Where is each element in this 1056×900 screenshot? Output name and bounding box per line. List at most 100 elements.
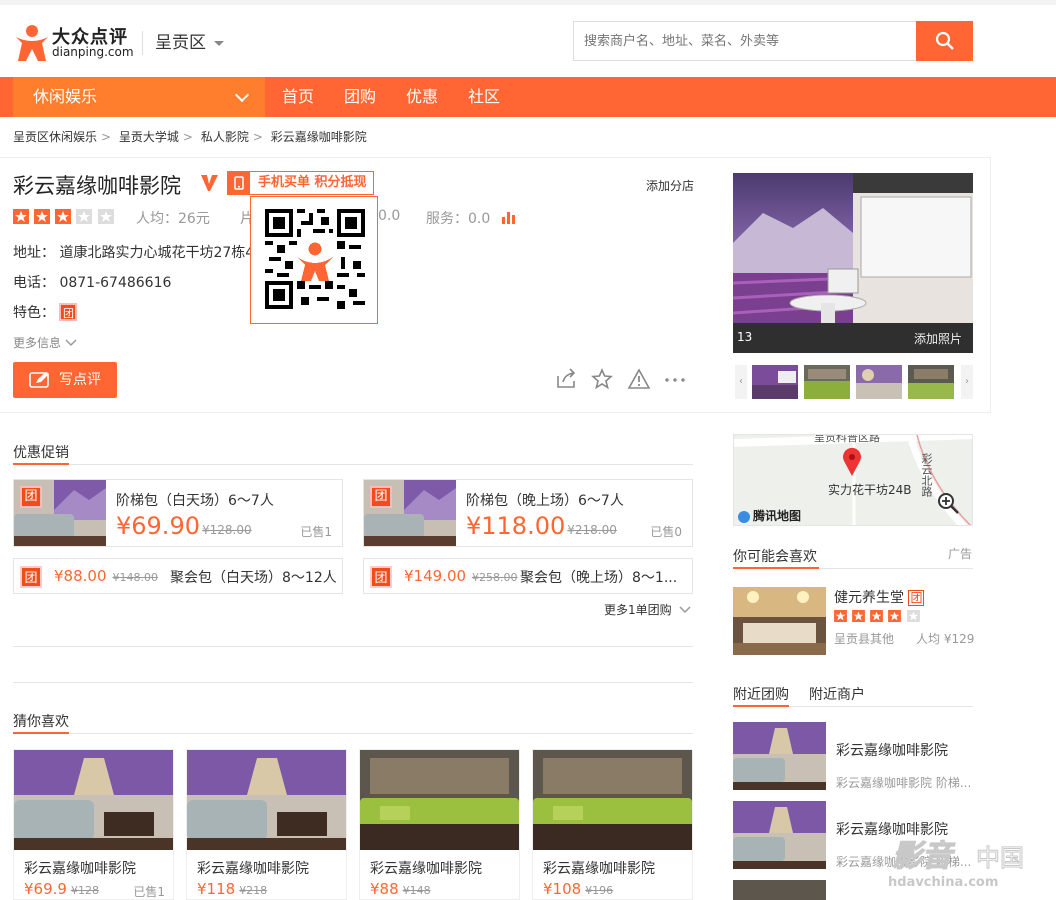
- guess-card[interactable]: 彩云嘉缘咖啡影院 ¥88 ¥148: [359, 749, 520, 900]
- chevron-down-icon: [679, 606, 691, 614]
- add-branch-link[interactable]: 添加分店: [646, 177, 694, 194]
- svg-text:中国: 中国: [976, 844, 1024, 872]
- tuan-icon: 团: [20, 566, 42, 588]
- chevron-down-icon: [234, 87, 250, 103]
- category-dropdown[interactable]: 休闲娱乐: [13, 77, 265, 117]
- phone-value: 0871-67486616: [59, 275, 172, 291]
- thumb-next-arrow[interactable]: ›: [961, 365, 973, 399]
- deal-row-price: ¥149.00 ¥258.00: [404, 567, 518, 585]
- zoom-in-icon[interactable]: [936, 491, 960, 515]
- tencent-map-icon: [738, 510, 750, 523]
- add-photo-button[interactable]: 添加照片: [914, 330, 962, 347]
- write-review-button[interactable]: 写点评: [13, 362, 117, 398]
- section-underline: [13, 463, 69, 465]
- deal-card[interactable]: 团 阶梯包（白天场）6～7人 ¥69.90 ¥128.00 已售1: [13, 479, 343, 547]
- phone-row: 电话： 0871-67486616: [13, 272, 171, 292]
- nearby-image[interactable]: [733, 880, 826, 900]
- favorite-star-icon[interactable]: [591, 368, 613, 390]
- thumb-prev-arrow[interactable]: ‹: [735, 365, 747, 399]
- guess-title: 猜你喜欢: [13, 714, 69, 730]
- nav-groupbuy[interactable]: 团购: [344, 77, 376, 117]
- qr-code-popup: [250, 196, 378, 324]
- nearby-image[interactable]: [733, 722, 826, 790]
- star-filled-icon: [852, 610, 866, 622]
- more-info-toggle[interactable]: 更多信息: [13, 334, 77, 351]
- guess-orig: ¥128: [70, 884, 99, 897]
- tuan-icon: 团: [908, 590, 925, 606]
- mobile-pay-tag[interactable]: 手机买单 积分抵现: [227, 171, 374, 195]
- breadcrumb-item[interactable]: 私人影院: [201, 130, 249, 144]
- search-button[interactable]: [916, 21, 973, 61]
- photo-thumbnail[interactable]: [908, 365, 954, 399]
- rec-stars: [834, 610, 921, 626]
- deal-row-price-value: ¥88.00: [54, 567, 107, 585]
- breadcrumb-sep: >: [252, 130, 263, 144]
- guess-orig: ¥218: [239, 884, 268, 897]
- more-deals-link[interactable]: 更多1单团购: [604, 601, 691, 618]
- shop-name: 彩云嘉缘咖啡影院: [13, 174, 181, 198]
- rec-name[interactable]: 健元养生堂 团: [834, 587, 925, 607]
- more-icon[interactable]: [664, 368, 686, 390]
- guess-image: [360, 750, 519, 850]
- map-brand-label: 腾讯地图: [753, 509, 802, 523]
- map-brand: 腾讯地图: [738, 507, 801, 524]
- city-selector[interactable]: 呈贡区: [142, 31, 224, 55]
- star-filled-icon: [13, 209, 29, 224]
- deal-price: ¥69.90 ¥128.00: [116, 512, 252, 540]
- photo-count: 13: [737, 330, 753, 344]
- nav-home[interactable]: 首页: [282, 77, 314, 117]
- ad-label: 广告: [948, 547, 973, 561]
- nav-discount[interactable]: 优惠: [406, 77, 438, 117]
- guess-card[interactable]: 彩云嘉缘咖啡影院 ¥118 ¥218: [186, 749, 347, 900]
- phone-label: 电话：: [13, 275, 55, 291]
- share-icon[interactable]: [555, 368, 577, 390]
- deal-card[interactable]: 团 阶梯包（晚上场）6～7人 ¥118.00 ¥218.00 已售0: [363, 479, 693, 547]
- deal-row-orig: ¥148.00: [112, 571, 159, 584]
- deal-row[interactable]: 团 ¥88.00 ¥148.00 聚会包（白天场）8～12人: [13, 558, 343, 594]
- photo-thumbnail[interactable]: [804, 365, 850, 399]
- star-filled-icon: [888, 610, 902, 622]
- shop-main-photo[interactable]: [733, 173, 973, 353]
- rating-stars: [13, 209, 115, 228]
- svg-text:影音: 影音: [892, 839, 956, 874]
- nav-community[interactable]: 社区: [468, 77, 500, 117]
- guess-card[interactable]: 彩云嘉缘咖啡影院 ¥69.9 ¥128 已售1: [13, 749, 174, 900]
- section-underline: [13, 732, 69, 734]
- address-value: 道康北路实力心城花干坊27栋4: [59, 245, 255, 261]
- star-empty-icon: [97, 209, 114, 224]
- breadcrumb-item[interactable]: 呈贡区休闲娱乐: [13, 130, 97, 144]
- rec-image[interactable]: [733, 587, 826, 655]
- search-icon: [935, 31, 954, 50]
- star-filled-icon: [34, 209, 51, 224]
- guess-name: 彩云嘉缘咖啡影院: [370, 861, 482, 877]
- deal-row[interactable]: 团 ¥149.00 ¥258.00 聚会包（晚上场）8～1...: [363, 558, 693, 594]
- tuan-icon[interactable]: 团: [59, 303, 78, 321]
- breadcrumb-sep: >: [182, 130, 193, 144]
- location-map[interactable]: 呈贡科普区路 彩云北路 实力花干坊24B 腾讯地图: [733, 434, 973, 526]
- feature-label: 特色：: [13, 305, 55, 321]
- chart-bars-icon[interactable]: [501, 209, 517, 225]
- nearby-name[interactable]: 彩云嘉缘咖啡影院: [836, 740, 948, 760]
- deal-orig-price: ¥218.00: [567, 523, 617, 537]
- watermark-logo: 影音 中国 hdavchina.com: [888, 838, 1025, 890]
- tab-nearby-deals[interactable]: 附近团购: [733, 684, 789, 704]
- deal-sold: 已售1: [300, 525, 332, 539]
- photo-thumbnail[interactable]: [856, 365, 902, 399]
- guess-price-value: ¥108: [543, 880, 582, 898]
- verified-v-icon: [201, 175, 218, 191]
- nearby-image[interactable]: [733, 801, 826, 869]
- report-warning-icon[interactable]: [627, 368, 651, 390]
- guess-card[interactable]: 彩云嘉缘咖啡影院 ¥108 ¥196: [532, 749, 693, 900]
- tab-nearby-shops[interactable]: 附近商户: [809, 684, 865, 704]
- write-review-label: 写点评: [59, 372, 101, 388]
- address-label: 地址：: [13, 245, 55, 261]
- section-underline: [733, 705, 789, 707]
- search-input[interactable]: [573, 21, 917, 61]
- breadcrumb-item[interactable]: 呈贡大学城: [119, 130, 179, 144]
- deal-row-name: 聚会包（晚上场）8～1...: [520, 570, 678, 586]
- star-filled-icon: [870, 610, 884, 622]
- qr-code-icon: [265, 209, 365, 309]
- guess-orig: ¥196: [585, 884, 614, 897]
- logo[interactable]: 大众点评 dianping.com: [12, 23, 134, 65]
- photo-thumbnail[interactable]: [752, 365, 798, 399]
